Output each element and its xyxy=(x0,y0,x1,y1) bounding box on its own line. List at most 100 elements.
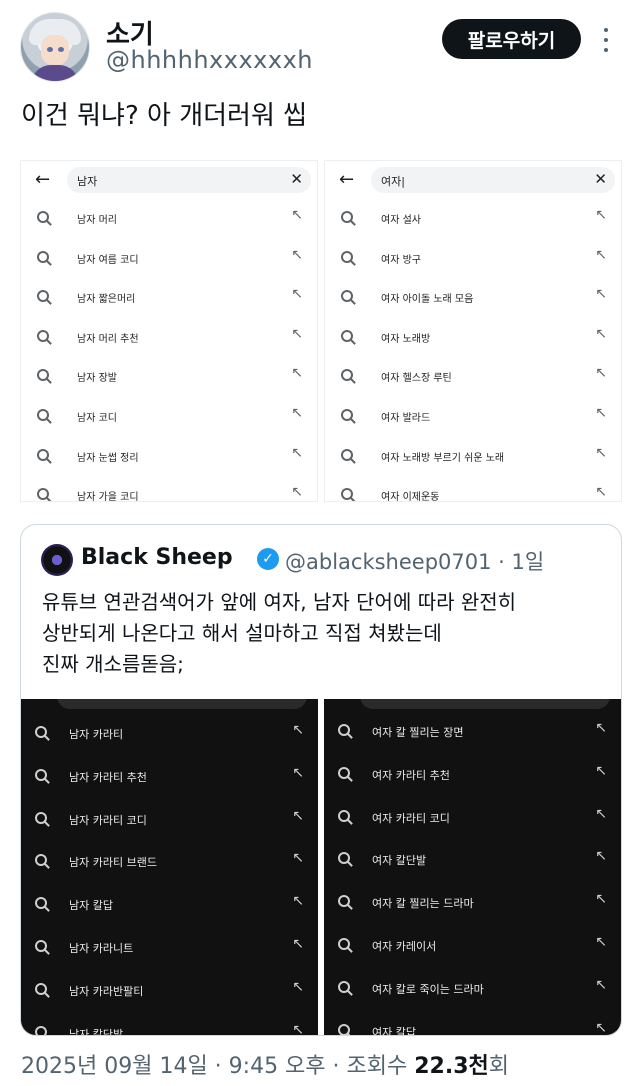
suggestion-row[interactable]: 남자 가을 코디 ↖ xyxy=(21,485,317,501)
suggestion-row[interactable]: 여자 카라티 코디 ↖ xyxy=(324,807,621,829)
suggestion-label: 남자 카라티 추천 xyxy=(69,770,147,784)
more-vertical-icon[interactable] xyxy=(598,24,614,56)
suggestion-row[interactable]: 남자 카라티 브랜드 ↖ xyxy=(21,851,318,873)
suggestion-row[interactable]: 여자 카레이서 ↖ xyxy=(324,935,621,957)
suggestion-row[interactable]: 여자 발라드 ↖ xyxy=(325,406,621,428)
author-handle[interactable]: @hhhhhxxxxxxh xyxy=(106,46,313,74)
search-bar: 여자| ✕ xyxy=(371,167,615,193)
search-icon xyxy=(338,809,350,822)
suggestion-label: 여자 칼 찔리는 장면 xyxy=(372,726,464,739)
insert-arrow-icon[interactable]: ↖ xyxy=(595,807,607,821)
insert-arrow-icon[interactable]: ↖ xyxy=(595,978,607,992)
suggestion-row[interactable]: 여자 헬스장 루틴 ↖ xyxy=(325,366,621,388)
suggestion-row[interactable]: 남자 카라티 ↖ xyxy=(21,723,318,745)
search-icon xyxy=(35,768,47,781)
insert-arrow-icon[interactable]: ↖ xyxy=(291,485,303,499)
search-icon xyxy=(341,211,353,223)
insert-arrow-icon[interactable]: ↖ xyxy=(595,935,607,949)
suggestion-row[interactable]: 여자 설사 ↖ xyxy=(325,208,621,230)
suggestion-row[interactable]: 남자 칼단발 ↖ xyxy=(21,1023,318,1035)
suggestion-row[interactable]: 여자 칼 찔리는 장면 ↖ xyxy=(324,721,621,743)
search-icon xyxy=(35,854,47,867)
suggestion-row[interactable]: 여자 노래방 부르기 쉬운 노래 ↖ xyxy=(325,446,621,468)
left-search-screenshot[interactable]: ← 남자 ✕ 남자 머리 ↖ 남자 여름 코디 ↖ 남자 짧은머리 ↖ 남자 머리 추천 ↖ 남… xyxy=(20,160,318,502)
suggestion-label: 남자 여름 코디 xyxy=(77,254,139,266)
suggestion-row[interactable]: 여자 칼단발 ↖ xyxy=(324,849,621,871)
suggestion-row[interactable]: 여자 칼답 ↖ xyxy=(324,1021,621,1035)
suggestion-row[interactable]: 여자 이제운동 ↖ xyxy=(325,485,621,501)
suggestion-row[interactable]: 남자 여름 코디 ↖ xyxy=(21,248,317,270)
insert-arrow-icon[interactable]: ↖ xyxy=(292,980,304,994)
suggestion-row[interactable]: 남자 칼답 ↖ xyxy=(21,894,318,916)
search-icon xyxy=(37,448,49,461)
suggestion-label: 남자 머리 추천 xyxy=(77,333,139,345)
insert-arrow-icon[interactable]: ↖ xyxy=(595,287,607,301)
insert-arrow-icon[interactable]: ↖ xyxy=(595,446,607,460)
quoted-tweet[interactable]: Black Sheep ✓ @ablacksheep0701 · 1일 유튜브 … xyxy=(20,524,622,1036)
insert-arrow-icon[interactable]: ↖ xyxy=(595,248,607,262)
suggestion-row[interactable]: 남자 머리 ↖ xyxy=(21,208,317,230)
suggestion-label: 여자 칼 찔리는 드라마 xyxy=(372,897,474,911)
insert-arrow-icon[interactable]: ↖ xyxy=(595,485,607,499)
suggestion-row[interactable]: 남자 카라니트 ↖ xyxy=(21,937,318,959)
insert-arrow-icon[interactable]: ↖ xyxy=(595,366,607,380)
search-icon xyxy=(35,1025,47,1035)
follow-button[interactable]: 팔로우하기 xyxy=(442,19,581,59)
search-query: 남자 xyxy=(77,175,98,188)
search-query: 여자| xyxy=(381,175,405,188)
back-arrow-icon: ← xyxy=(339,169,355,190)
search-icon xyxy=(37,290,49,303)
suggestion-row[interactable]: 여자 카라티 추천 ↖ xyxy=(324,764,621,786)
insert-arrow-icon[interactable]: ↖ xyxy=(595,327,607,341)
suggestion-row[interactable]: 남자 코디 ↖ xyxy=(21,406,317,428)
insert-arrow-icon[interactable]: ↖ xyxy=(595,892,607,906)
suggestion-row[interactable]: 남자 짧은머리 ↖ xyxy=(21,287,317,309)
insert-arrow-icon[interactable]: ↖ xyxy=(292,1023,304,1035)
insert-arrow-icon[interactable]: ↖ xyxy=(291,406,303,420)
search-icon xyxy=(37,250,49,263)
insert-arrow-icon[interactable]: ↖ xyxy=(595,849,607,863)
suggestion-row[interactable]: 남자 카라티 코디 ↖ xyxy=(21,809,318,831)
insert-arrow-icon[interactable]: ↖ xyxy=(291,287,303,301)
insert-arrow-icon[interactable]: ↖ xyxy=(291,446,303,460)
insert-arrow-icon[interactable]: ↖ xyxy=(595,406,607,420)
suggestion-row[interactable]: 여자 아이돌 노래 모음 ↖ xyxy=(325,287,621,309)
insert-arrow-icon[interactable]: ↖ xyxy=(595,1021,607,1035)
suggestion-row[interactable]: 남자 머리 추천 ↖ xyxy=(21,327,317,349)
insert-arrow-icon[interactable]: ↖ xyxy=(291,208,303,222)
suggestion-row[interactable]: 남자 눈썹 정리 ↖ xyxy=(21,446,317,468)
suggestion-row[interactable]: 여자 칼 찔리는 드라마 ↖ xyxy=(324,892,621,914)
insert-arrow-icon[interactable]: ↖ xyxy=(595,208,607,222)
insert-arrow-icon[interactable]: ↖ xyxy=(292,851,304,865)
search-icon xyxy=(341,329,353,342)
insert-arrow-icon[interactable]: ↖ xyxy=(291,366,303,380)
suggestion-row[interactable]: 여자 칼로 죽이는 드라마 ↖ xyxy=(324,978,621,1000)
suggestion-label: 남자 짧은머리 xyxy=(77,294,136,306)
right-search-screenshot[interactable]: ← 여자| ✕ 여자 설사 ↖ 여자 방구 ↖ 여자 아이돌 노래 모음 ↖ 여자 노래방 ↖… xyxy=(324,160,622,502)
search-icon xyxy=(341,250,353,263)
search-icon xyxy=(37,329,49,342)
suggestion-label: 남자 칼답 xyxy=(69,899,113,913)
suggestion-row[interactable]: 남자 카라티 추천 ↖ xyxy=(21,766,318,788)
suggestion-row[interactable]: 남자 장발 ↖ xyxy=(21,366,317,388)
search-icon xyxy=(338,895,350,908)
suggestion-label: 여자 칼단발 xyxy=(372,854,427,868)
insert-arrow-icon[interactable]: ↖ xyxy=(292,723,304,737)
author-avatar[interactable] xyxy=(20,12,90,82)
suggestion-label: 남자 눈썹 정리 xyxy=(77,452,139,464)
insert-arrow-icon[interactable]: ↖ xyxy=(595,764,607,778)
suggestion-label: 남자 카라티 xyxy=(69,728,124,741)
search-bar xyxy=(57,699,307,709)
insert-arrow-icon[interactable]: ↖ xyxy=(292,766,304,780)
insert-arrow-icon[interactable]: ↖ xyxy=(292,937,304,951)
tweet-timestamp[interactable]: 2025년 09월 14일 · 9:45 오후 · 조회수 22.3천회 xyxy=(21,1048,509,1080)
insert-arrow-icon[interactable]: ↖ xyxy=(292,809,304,823)
insert-arrow-icon[interactable]: ↖ xyxy=(291,327,303,341)
suggestion-row[interactable]: 남자 카라반팔티 ↖ xyxy=(21,980,318,1002)
tweet-text: 이건 뭐냐? 아 개더러워 씹 xyxy=(21,101,308,131)
insert-arrow-icon[interactable]: ↖ xyxy=(291,248,303,262)
suggestion-row[interactable]: 여자 방구 ↖ xyxy=(325,248,621,270)
insert-arrow-icon[interactable]: ↖ xyxy=(292,894,304,908)
suggestion-row[interactable]: 여자 노래방 ↖ xyxy=(325,327,621,349)
insert-arrow-icon[interactable]: ↖ xyxy=(595,721,607,735)
